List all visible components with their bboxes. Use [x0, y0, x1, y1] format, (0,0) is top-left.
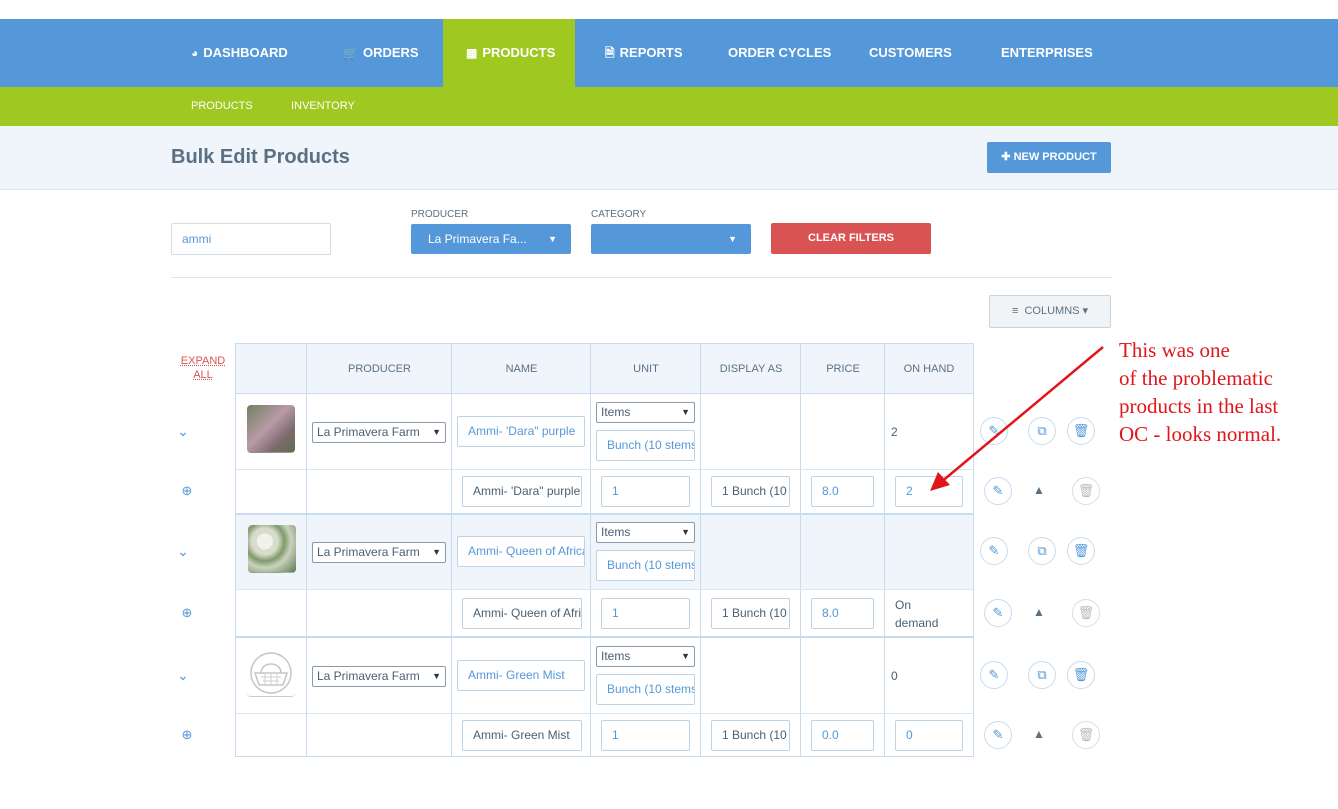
annotation-arrow	[930, 346, 1104, 491]
